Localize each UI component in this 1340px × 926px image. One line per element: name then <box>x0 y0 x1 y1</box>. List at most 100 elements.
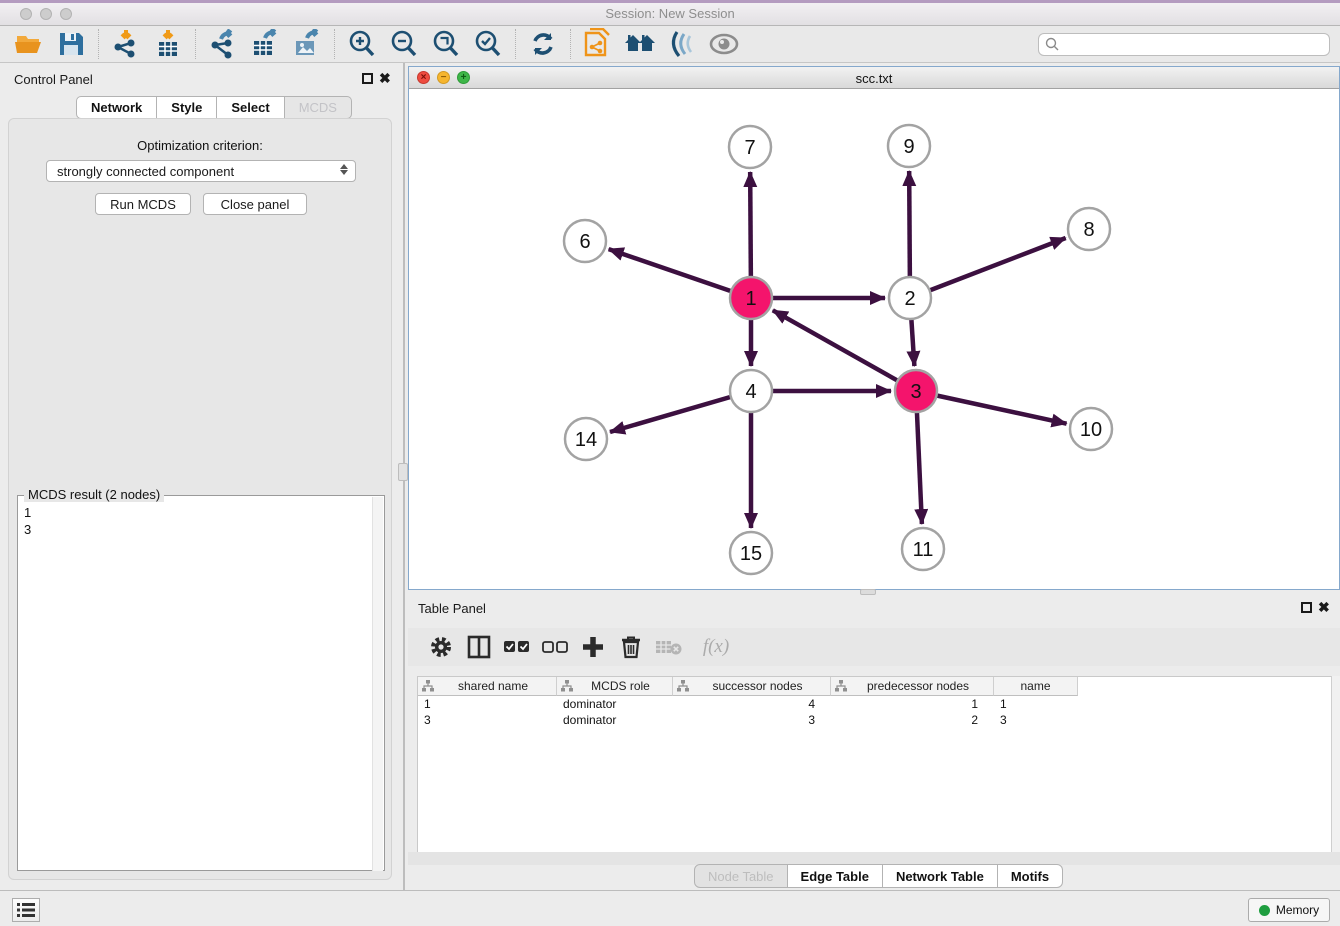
open-session-icon[interactable] <box>12 28 46 60</box>
toolbar-separator <box>98 29 99 59</box>
table-panel-float-icon[interactable] <box>1301 602 1312 613</box>
cell-mcds-role[interactable]: dominator <box>557 712 673 728</box>
network-graph[interactable]: 7968124310141511 <box>409 89 1339 589</box>
graph-edge-1-6[interactable] <box>609 249 751 298</box>
zoom-fit-icon[interactable] <box>429 28 463 60</box>
tab-network-table[interactable]: Network Table <box>883 864 998 888</box>
run-mcds-button[interactable]: Run MCDS <box>95 193 191 215</box>
style-wave-icon[interactable] <box>665 28 699 60</box>
home-networks-icon[interactable] <box>623 28 657 60</box>
search-field[interactable] <box>1038 33 1330 56</box>
graph-edge-3-1[interactable] <box>773 310 916 391</box>
cell-predecessor-nodes[interactable]: 2 <box>831 712 994 728</box>
control-panel-title: Control Panel <box>14 72 93 87</box>
mcds-result-scrollbar[interactable] <box>372 497 383 871</box>
cell-name[interactable]: 3 <box>994 712 1078 728</box>
column-header-mcds-role[interactable]: MCDS role <box>557 677 673 696</box>
select-all-icon[interactable] <box>502 633 532 661</box>
graph-edge-2-8[interactable] <box>910 238 1066 298</box>
zoom-out-icon[interactable] <box>387 28 421 60</box>
hierarchy-icon <box>422 680 434 692</box>
app-window-title: Session: New Session <box>0 6 1340 21</box>
network-window-title: scc.txt <box>409 71 1339 86</box>
toolbar-separator <box>195 29 196 59</box>
table-row[interactable]: 3 dominator 3 2 3 <box>418 712 1332 728</box>
control-panel-header: Control Panel ✖ <box>0 66 398 94</box>
graph-node-label: 2 <box>904 288 915 310</box>
graph-node-label: 11 <box>913 539 934 561</box>
column-header-shared-name[interactable]: shared name <box>418 677 557 696</box>
export-table-icon[interactable] <box>248 28 282 60</box>
graph-node-label: 14 <box>575 429 597 451</box>
control-panel-float-icon[interactable] <box>362 73 373 84</box>
status-bar: Memory <box>0 890 1340 926</box>
close-panel-button[interactable]: Close panel <box>203 193 307 215</box>
import-table-icon[interactable] <box>151 28 185 60</box>
hierarchy-icon <box>677 680 689 692</box>
mcds-panel: Optimization criterion: strongly connect… <box>8 118 392 880</box>
new-network-from-selection-icon[interactable] <box>581 28 615 60</box>
mcds-result-text[interactable]: 1 3 <box>24 504 31 538</box>
tab-mcds[interactable]: MCDS <box>285 96 352 119</box>
splitter-grip[interactable] <box>398 463 408 481</box>
table-panel-header: Table Panel ✖ <box>408 595 1340 621</box>
zoom-selected-icon[interactable] <box>471 28 505 60</box>
import-network-icon[interactable] <box>109 28 143 60</box>
table-panel-close-icon[interactable]: ✖ <box>1318 599 1330 616</box>
graph-node-label: 9 <box>903 136 914 158</box>
search-input[interactable] <box>1060 38 1329 52</box>
column-header-predecessor-nodes[interactable]: predecessor nodes <box>831 677 994 696</box>
cell-name[interactable]: 1 <box>994 696 1078 712</box>
optimization-criterion-label: Optimization criterion: <box>9 138 391 153</box>
table-row[interactable]: 1 dominator 4 1 1 <box>418 696 1332 712</box>
zoom-in-icon[interactable] <box>345 28 379 60</box>
table-toolbar: f(x) <box>408 628 1340 666</box>
cell-successor-nodes[interactable]: 3 <box>673 712 831 728</box>
tab-select[interactable]: Select <box>217 96 284 119</box>
tab-style[interactable]: Style <box>157 96 217 119</box>
settings-gear-icon[interactable] <box>426 633 456 661</box>
column-header-name[interactable]: name <box>994 677 1078 696</box>
export-image-icon[interactable] <box>290 28 324 60</box>
table-panel-title: Table Panel <box>418 601 486 616</box>
cell-mcds-role[interactable]: dominator <box>557 696 673 712</box>
node-table[interactable]: shared name MCDS role successor nodes pr… <box>417 676 1332 852</box>
function-builder-icon: f(x) <box>692 633 740 661</box>
task-history-button[interactable] <box>12 898 40 922</box>
cell-shared-name[interactable]: 1 <box>418 696 557 712</box>
control-panel-tabs: Network Style Select MCDS <box>76 96 352 119</box>
mcds-result-line: 1 <box>24 504 31 521</box>
table-vertical-scrollbar[interactable] <box>1331 676 1340 852</box>
graph-node-label: 1 <box>745 288 756 310</box>
mcds-result-line: 3 <box>24 521 31 538</box>
cell-predecessor-nodes[interactable]: 1 <box>831 696 994 712</box>
graph-node-label: 10 <box>1080 419 1102 441</box>
tab-network[interactable]: Network <box>76 96 157 119</box>
show-hide-eye-icon[interactable] <box>707 28 741 60</box>
graph-edge-3-10[interactable] <box>916 391 1067 424</box>
tab-edge-table[interactable]: Edge Table <box>788 864 883 888</box>
optimization-criterion-dropdown[interactable]: strongly connected component <box>46 160 356 182</box>
titlebar-accent-stripe <box>0 0 1340 3</box>
control-panel-close-icon[interactable]: ✖ <box>379 70 391 87</box>
mcds-result-group: MCDS result (2 nodes) 1 3 <box>17 495 385 871</box>
network-window: × − + scc.txt 7968124310141511 <box>408 66 1340 590</box>
memory-button[interactable]: Memory <box>1248 898 1330 922</box>
tab-motifs[interactable]: Motifs <box>998 864 1063 888</box>
toolbar-separator <box>515 29 516 59</box>
export-network-icon[interactable] <box>206 28 240 60</box>
hierarchy-icon <box>835 680 847 692</box>
save-session-icon[interactable] <box>54 28 88 60</box>
column-header-successor-nodes[interactable]: successor nodes <box>673 677 831 696</box>
add-column-icon[interactable] <box>578 633 608 661</box>
cell-shared-name[interactable]: 3 <box>418 712 557 728</box>
graph-node-label: 3 <box>910 381 921 403</box>
network-window-titlebar[interactable]: × − + scc.txt <box>409 67 1339 89</box>
refresh-icon[interactable] <box>526 28 560 60</box>
toggle-columns-icon[interactable] <box>464 633 494 661</box>
delete-columns-icon[interactable] <box>616 633 646 661</box>
tab-node-table[interactable]: Node Table <box>694 864 788 888</box>
cell-successor-nodes[interactable]: 4 <box>673 696 831 712</box>
deselect-all-icon[interactable] <box>540 633 570 661</box>
app-title-bar: Session: New Session <box>0 0 1340 26</box>
